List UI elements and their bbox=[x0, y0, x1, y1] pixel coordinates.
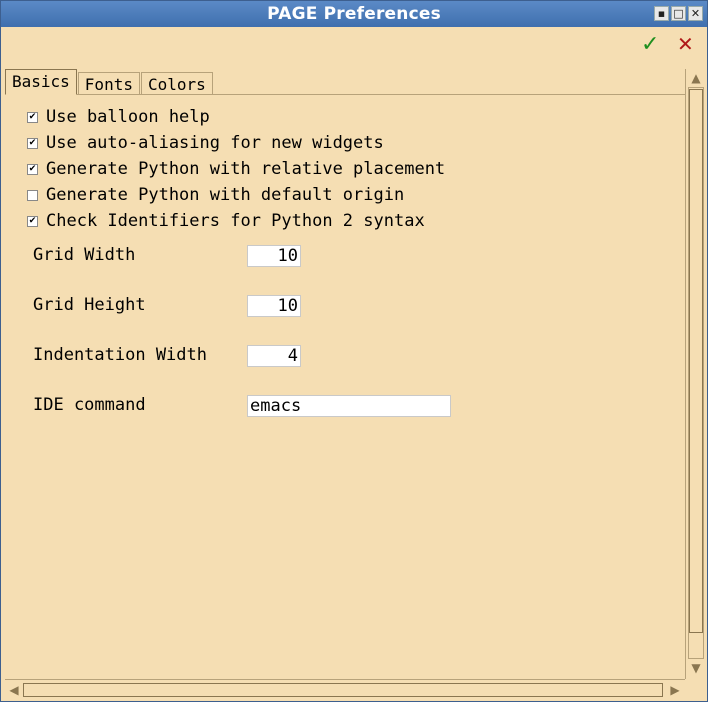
checkbox-label: Use auto-aliasing for new widgets bbox=[46, 133, 384, 153]
preferences-window: PAGE Preferences ▪ □ ✕ ✓ ✕ Basics Fonts … bbox=[0, 0, 708, 702]
basics-panel: ✔ Use balloon help ✔ Use auto-aliasing f… bbox=[5, 95, 685, 679]
checkbox[interactable] bbox=[27, 189, 38, 201]
scroll-left-arrow-icon[interactable]: ◀ bbox=[6, 682, 22, 698]
checkbox[interactable]: ✔ bbox=[27, 111, 38, 123]
indentation-width-label: Indentation Width bbox=[33, 345, 207, 365]
ide-command-input[interactable]: emacs bbox=[247, 395, 451, 417]
toolbar: ✓ ✕ bbox=[1, 27, 707, 65]
close-window-button[interactable]: ✕ bbox=[688, 6, 703, 21]
checkbox-label: Use balloon help bbox=[46, 107, 210, 127]
cancel-x-icon[interactable]: ✕ bbox=[677, 32, 699, 58]
tab-colors[interactable]: Colors bbox=[140, 72, 213, 95]
window-title: PAGE Preferences bbox=[267, 4, 441, 24]
checkbox-row-auto-aliasing[interactable]: ✔ Use auto-aliasing for new widgets bbox=[27, 131, 384, 155]
checkbox[interactable]: ✔ bbox=[27, 163, 38, 175]
horizontal-scrollbar[interactable]: ◀ ▶ bbox=[5, 679, 685, 700]
checkbox-row-relative-placement[interactable]: ✔ Generate Python with relative placemen… bbox=[27, 157, 445, 181]
checkbox-row-python2-syntax[interactable]: ✔ Check Identifiers for Python 2 syntax bbox=[27, 209, 425, 233]
window-controls: ▪ □ ✕ bbox=[654, 6, 703, 21]
checkbox-row-default-origin[interactable]: Generate Python with default origin bbox=[27, 183, 404, 207]
checkbox-label: Check Identifiers for Python 2 syntax bbox=[46, 211, 425, 231]
scroll-up-arrow-icon[interactable]: ▲ bbox=[688, 70, 704, 86]
checkbox-row-balloon-help[interactable]: ✔ Use balloon help bbox=[27, 105, 210, 129]
tab-fonts[interactable]: Fonts bbox=[77, 72, 140, 95]
maximize-button[interactable]: □ bbox=[671, 6, 686, 21]
grid-width-input[interactable]: 10 bbox=[247, 245, 301, 267]
grid-height-label: Grid Height bbox=[33, 295, 146, 315]
vertical-scroll-thumb[interactable] bbox=[689, 89, 703, 633]
grid-width-label: Grid Width bbox=[33, 245, 136, 265]
tab-bar: Basics Fonts Colors bbox=[5, 69, 214, 95]
grid-height-input[interactable]: 10 bbox=[247, 295, 301, 317]
indentation-width-input[interactable]: 4 bbox=[247, 345, 301, 367]
horizontal-scroll-thumb[interactable] bbox=[23, 683, 663, 697]
scroll-right-arrow-icon[interactable]: ▶ bbox=[667, 682, 683, 698]
vertical-scrollbar[interactable]: ▲ ▼ bbox=[685, 69, 706, 679]
checkbox-label: Generate Python with relative placement bbox=[46, 159, 446, 179]
scroll-down-arrow-icon[interactable]: ▼ bbox=[688, 660, 704, 676]
title-bar[interactable]: PAGE Preferences ▪ □ ✕ bbox=[1, 1, 707, 27]
checkbox-label: Generate Python with default origin bbox=[46, 185, 405, 205]
ide-command-label: IDE command bbox=[33, 395, 146, 415]
minimize-button[interactable]: ▪ bbox=[654, 6, 669, 21]
checkbox[interactable]: ✔ bbox=[27, 215, 38, 227]
checkbox[interactable]: ✔ bbox=[27, 137, 38, 149]
tab-basics[interactable]: Basics bbox=[5, 69, 77, 95]
apply-checkmark-icon[interactable]: ✓ bbox=[641, 32, 665, 58]
